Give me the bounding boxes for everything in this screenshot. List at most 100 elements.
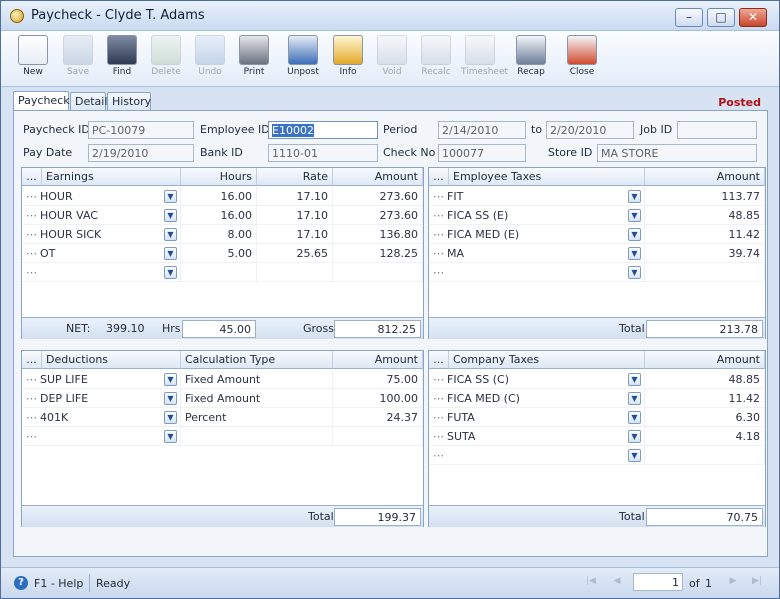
deductions-row[interactable]: ⋯ DEP LIFE Fixed Amount 100.00 ▼ [22, 389, 423, 408]
close-button[interactable]: Close [563, 34, 601, 84]
row-handle-icon[interactable]: ⋯ [26, 247, 37, 260]
company-taxes-amount-cell[interactable]: 11.42 [645, 389, 765, 408]
employee-taxes-row[interactable]: ⋯ FICA SS (E) 48.85 ▼ [429, 206, 765, 225]
company-taxes-amount-cell[interactable]: 4.18 [645, 427, 765, 446]
deductions-name-cell[interactable]: ⋯ SUP LIFE [22, 370, 181, 389]
row-handle-icon[interactable]: ⋯ [433, 392, 444, 405]
employee-taxes-name-cell[interactable]: ⋯ FICA SS (E) [429, 206, 645, 225]
paycheck-id-field[interactable]: PC-10079 [88, 121, 194, 139]
deductions-header-name[interactable]: Deductions [42, 351, 181, 369]
job-id-field[interactable] [677, 121, 757, 139]
employee-taxes-name-cell[interactable]: ⋯ [429, 263, 645, 282]
first-page-icon[interactable]: |◀ [583, 576, 599, 590]
deductions-name-cell[interactable]: ⋯ 401K [22, 408, 181, 427]
deductions-row[interactable]: ⋯ 401K Percent 24.37 ▼ [22, 408, 423, 427]
company-taxes-header-dots[interactable]: ... [429, 351, 449, 369]
employee-taxes-name-cell[interactable]: ⋯ FICA MED (E) [429, 225, 645, 244]
help-icon[interactable]: ? [14, 576, 28, 590]
recalc-button[interactable]: Recalc [417, 34, 455, 84]
employee-taxes-amount-cell[interactable]: 39.74 [645, 244, 765, 263]
deductions-amount-cell[interactable] [333, 427, 423, 446]
deductions-row[interactable]: ⋯ SUP LIFE Fixed Amount 75.00 ▼ [22, 370, 423, 389]
earnings-name-cell[interactable]: ⋯ HOUR VAC [22, 206, 181, 225]
employee-taxes-amount-cell[interactable]: 48.85 [645, 206, 765, 225]
row-handle-icon[interactable]: ⋯ [26, 266, 37, 279]
company-taxes-name-cell[interactable]: ⋯ SUTA [429, 427, 645, 446]
company-taxes-row[interactable]: ⋯ FUTA 6.30 ▼ [429, 408, 765, 427]
earnings-row[interactable]: ⋯ ▼ [22, 263, 423, 282]
row-handle-icon[interactable]: ⋯ [26, 190, 37, 203]
deductions-calc-cell[interactable]: Percent [181, 408, 333, 427]
company-taxes-row[interactable]: ⋯ ▼ [429, 446, 765, 465]
unpost-button[interactable]: Unpost [284, 34, 322, 84]
company-taxes-amount-cell[interactable]: 48.85 [645, 370, 765, 389]
chevron-down-icon[interactable]: ▼ [164, 392, 177, 405]
period-to-field[interactable]: 2/20/2010 [546, 121, 634, 139]
earnings-row[interactable]: ⋯ HOUR SICK 8.00 17.10 136.80 ▼ [22, 225, 423, 244]
chevron-down-icon[interactable]: ▼ [628, 228, 641, 241]
earnings-rate-cell[interactable] [257, 263, 333, 282]
deductions-amount-cell[interactable]: 75.00 [333, 370, 423, 389]
page-number-input[interactable]: 1 [633, 573, 683, 591]
tab-paycheck[interactable]: Paycheck [13, 91, 70, 111]
earnings-name-cell[interactable]: ⋯ OT [22, 244, 181, 263]
row-handle-icon[interactable]: ⋯ [26, 430, 37, 443]
chevron-down-icon[interactable]: ▼ [628, 266, 641, 279]
chevron-down-icon[interactable]: ▼ [628, 373, 641, 386]
row-handle-icon[interactable]: ⋯ [433, 228, 444, 241]
last-page-icon[interactable]: ▶| [749, 576, 765, 590]
earnings-hours-cell[interactable]: 16.00 [181, 187, 257, 206]
new-button[interactable]: New [14, 34, 52, 84]
undo-button[interactable]: Undo [191, 34, 229, 84]
row-handle-icon[interactable]: ⋯ [26, 392, 37, 405]
employee-taxes-amount-cell[interactable]: 113.77 [645, 187, 765, 206]
chevron-down-icon[interactable]: ▼ [628, 392, 641, 405]
row-handle-icon[interactable]: ⋯ [433, 190, 444, 203]
company-taxes-amount-cell[interactable]: 6.30 [645, 408, 765, 427]
deductions-header-amount[interactable]: Amount [333, 351, 423, 369]
deductions-calc-cell[interactable]: Fixed Amount [181, 389, 333, 408]
earnings-hours-cell[interactable]: 8.00 [181, 225, 257, 244]
earnings-header-amount[interactable]: Amount [333, 168, 423, 186]
check-no-field[interactable]: 100077 [438, 144, 526, 162]
company-taxes-name-cell[interactable]: ⋯ FICA SS (C) [429, 370, 645, 389]
row-handle-icon[interactable]: ⋯ [433, 266, 444, 279]
earnings-name-cell[interactable]: ⋯ HOUR SICK [22, 225, 181, 244]
close-window-button[interactable]: ✕ [739, 8, 767, 27]
earnings-header-dots[interactable]: ... [22, 168, 42, 186]
next-page-icon[interactable]: ▶ [725, 576, 741, 590]
earnings-header-name[interactable]: Earnings [42, 168, 181, 186]
chevron-down-icon[interactable]: ▼ [164, 228, 177, 241]
row-handle-icon[interactable]: ⋯ [26, 228, 37, 241]
chevron-down-icon[interactable]: ▼ [628, 209, 641, 222]
earnings-hours-cell[interactable] [181, 263, 257, 282]
company-taxes-amount-cell[interactable] [645, 446, 765, 465]
company-taxes-header-name[interactable]: Company Taxes [449, 351, 645, 369]
timesheet-button[interactable]: Timesheet [461, 34, 508, 84]
chevron-down-icon[interactable]: ▼ [164, 190, 177, 203]
employee-taxes-row[interactable]: ⋯ FIT 113.77 ▼ [429, 187, 765, 206]
company-taxes-name-cell[interactable]: ⋯ FICA MED (C) [429, 389, 645, 408]
earnings-row[interactable]: ⋯ OT 5.00 25.65 128.25 ▼ [22, 244, 423, 263]
row-handle-icon[interactable]: ⋯ [433, 373, 444, 386]
earnings-rate-cell[interactable]: 25.65 [257, 244, 333, 263]
earnings-header-rate[interactable]: Rate [257, 168, 333, 186]
chevron-down-icon[interactable]: ▼ [628, 449, 641, 462]
previous-page-icon[interactable]: ◀ [609, 576, 625, 590]
maximize-button[interactable]: □ [707, 8, 735, 27]
chevron-down-icon[interactable]: ▼ [164, 411, 177, 424]
employee-taxes-header-amount[interactable]: Amount [645, 168, 765, 186]
deductions-header-calc-type[interactable]: Calculation Type [181, 351, 333, 369]
earnings-rate-cell[interactable]: 17.10 [257, 225, 333, 244]
earnings-name-cell[interactable]: ⋯ [22, 263, 181, 282]
earnings-rate-cell[interactable]: 17.10 [257, 206, 333, 225]
recap-button[interactable]: Recap [512, 34, 550, 84]
row-handle-icon[interactable]: ⋯ [433, 430, 444, 443]
period-from-field[interactable]: 2/14/2010 [438, 121, 526, 139]
earnings-hours-cell[interactable]: 16.00 [181, 206, 257, 225]
employee-taxes-header-dots[interactable]: ... [429, 168, 449, 186]
earnings-amount-cell[interactable] [333, 263, 423, 282]
deductions-name-cell[interactable]: ⋯ [22, 427, 181, 446]
employee-id-field[interactable]: E10002 [268, 121, 378, 139]
employee-taxes-row[interactable]: ⋯ MA 39.74 ▼ [429, 244, 765, 263]
